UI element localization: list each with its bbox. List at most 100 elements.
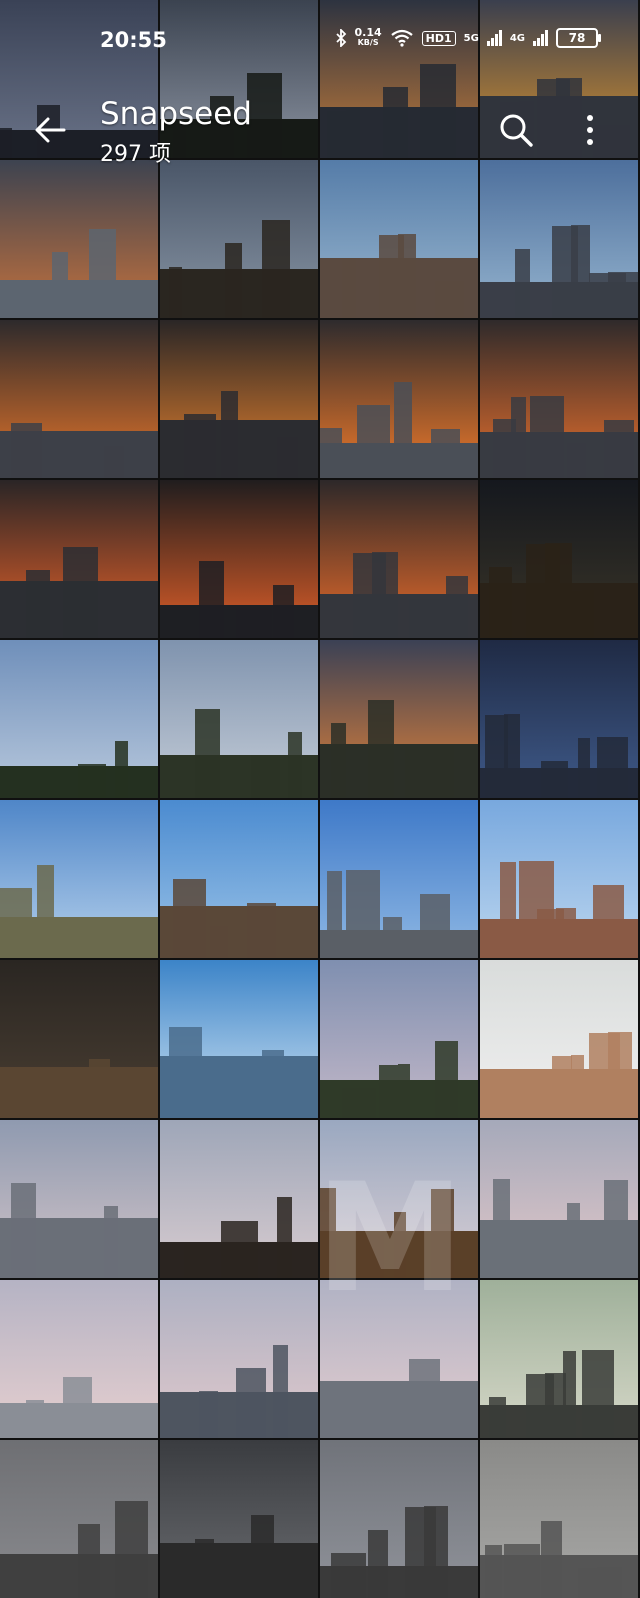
photo-thumbnail-moon-apartments[interactable] xyxy=(0,1280,158,1438)
status-time: 20:55 xyxy=(100,28,167,52)
photo-building xyxy=(37,865,54,958)
photo-building xyxy=(567,443,586,478)
photo-thumbnail-arch-window-clouds[interactable] xyxy=(0,800,158,958)
photo-building xyxy=(247,903,276,958)
photo-building xyxy=(346,870,380,958)
photo-building xyxy=(515,1079,550,1118)
photo-building xyxy=(63,547,98,638)
photo-building xyxy=(63,1377,92,1438)
photo-building xyxy=(26,570,50,638)
photo-building xyxy=(530,396,564,478)
photo-building xyxy=(262,1050,284,1118)
photo-building xyxy=(431,429,460,478)
photo-building xyxy=(511,1227,546,1278)
photo-building xyxy=(0,888,32,958)
photo-building xyxy=(199,561,224,638)
photo-thumbnail-moon-towers[interactable] xyxy=(160,1280,318,1438)
photo-building xyxy=(169,1027,202,1118)
photo-building xyxy=(578,1568,610,1598)
photo-building xyxy=(357,1235,384,1278)
photo-thumbnail-willow-street[interactable] xyxy=(480,1280,638,1438)
photo-building xyxy=(485,1545,502,1598)
photo-building xyxy=(563,1351,576,1438)
photo-building xyxy=(236,608,272,638)
photo-building xyxy=(225,1073,262,1118)
photo-building xyxy=(526,544,560,638)
photo-thumbnail-lit-building-night[interactable] xyxy=(480,480,638,638)
photo-building xyxy=(593,885,624,958)
photo-building xyxy=(604,1180,628,1278)
photo-building xyxy=(320,1188,336,1278)
photo-building xyxy=(537,909,564,958)
photo-thumbnail-white-castle-trees[interactable] xyxy=(0,640,158,798)
photo-thumbnail-window-clock[interactable] xyxy=(480,640,638,798)
photo-thumbnail-partial-row[interactable] xyxy=(0,1440,158,1598)
photo-thumbnail-lit-tower-evening[interactable] xyxy=(320,640,478,798)
photo-thumbnail-dusk-skyline-window[interactable] xyxy=(160,1120,318,1278)
photo-building xyxy=(210,926,228,958)
photo-thumbnail-moon-skyline[interactable] xyxy=(320,1280,478,1438)
photo-building xyxy=(435,1041,458,1118)
more-vertical-icon[interactable] xyxy=(572,110,608,150)
photo-thumbnail-river-orange-sky[interactable] xyxy=(0,160,158,318)
photo-building xyxy=(504,1544,540,1598)
photo-building xyxy=(489,567,512,638)
photo-thumbnail-spire-building[interactable] xyxy=(480,800,638,958)
photo-building xyxy=(398,1064,410,1118)
photo-building xyxy=(409,599,446,638)
photo-building xyxy=(327,871,342,958)
photo-building xyxy=(552,1056,572,1118)
photo-thumbnail-sunset-riverbank[interactable] xyxy=(0,480,158,638)
network-speed-value: 0.14 xyxy=(354,26,382,39)
photo-building xyxy=(515,249,530,318)
photo-thumbnail-window-frame-city[interactable] xyxy=(320,1120,478,1278)
photo-building xyxy=(368,1530,388,1598)
photo-building xyxy=(221,1221,258,1278)
photo-thumbnail-sunset-tower-clouds[interactable] xyxy=(160,320,318,478)
photo-thumbnail-clouds-glass[interactable] xyxy=(160,960,318,1118)
photo-building xyxy=(489,1397,506,1438)
photo-thumbnail-sunset-skyline[interactable] xyxy=(320,320,478,478)
photo-building xyxy=(115,1501,148,1598)
photo-thumbnail-sunset-tower-dark[interactable] xyxy=(160,480,318,638)
photo-thumbnail-panda-toy[interactable] xyxy=(0,960,158,1118)
hd-badge: HD1 xyxy=(421,30,456,46)
photo-ground xyxy=(0,280,158,318)
photo-thumbnail-partial-row[interactable] xyxy=(160,1440,318,1598)
battery-icon: 78 xyxy=(556,28,601,48)
photo-thumbnail-sunset-boat[interactable] xyxy=(320,480,478,638)
photo-count: 297 项 xyxy=(100,142,171,167)
photo-thumbnail-sunset-tower-river[interactable] xyxy=(0,320,158,478)
photo-building xyxy=(571,1055,584,1118)
photo-building xyxy=(195,709,220,798)
photo-building xyxy=(582,590,594,638)
photo-building xyxy=(342,258,356,318)
photo-building xyxy=(597,737,628,798)
photo-thumbnail-wooden-courtyard[interactable] xyxy=(160,800,318,958)
photo-building xyxy=(251,755,280,798)
photo-thumbnail-clock-tower-station[interactable] xyxy=(160,160,318,318)
photo-building xyxy=(383,917,402,958)
photo-thumbnail-mirror-selfie[interactable] xyxy=(480,960,638,1118)
photo-thumbnail-partial-row[interactable] xyxy=(480,1440,638,1598)
photo-building xyxy=(78,764,106,798)
photo-thumbnail-tree-building[interactable] xyxy=(160,640,318,798)
photo-building xyxy=(78,1524,100,1598)
photo-building xyxy=(173,879,206,958)
photo-thumbnail-partial-row[interactable] xyxy=(320,1440,478,1598)
photo-building xyxy=(420,894,450,958)
photo-thumbnail-city-buildings[interactable] xyxy=(320,160,478,318)
arrow-left-icon[interactable] xyxy=(30,110,70,150)
photo-thumbnail-window-view-dusk[interactable] xyxy=(320,960,478,1118)
photo-thumbnail-temple-of-heaven[interactable] xyxy=(320,800,478,958)
photo-thumbnail-dusk-skyline-tall[interactable] xyxy=(0,1120,158,1278)
photo-building xyxy=(578,738,590,798)
photo-building xyxy=(379,235,404,318)
photo-building xyxy=(104,446,124,478)
photo-thumbnail-pink-dusk-building[interactable] xyxy=(480,1120,638,1278)
sim1-label: 5G xyxy=(463,32,479,44)
search-icon[interactable] xyxy=(496,110,536,150)
photo-thumbnail-sunset-clouds[interactable] xyxy=(480,320,638,478)
photo-building xyxy=(394,1212,406,1278)
photo-thumbnail-dome-building[interactable] xyxy=(480,160,638,318)
